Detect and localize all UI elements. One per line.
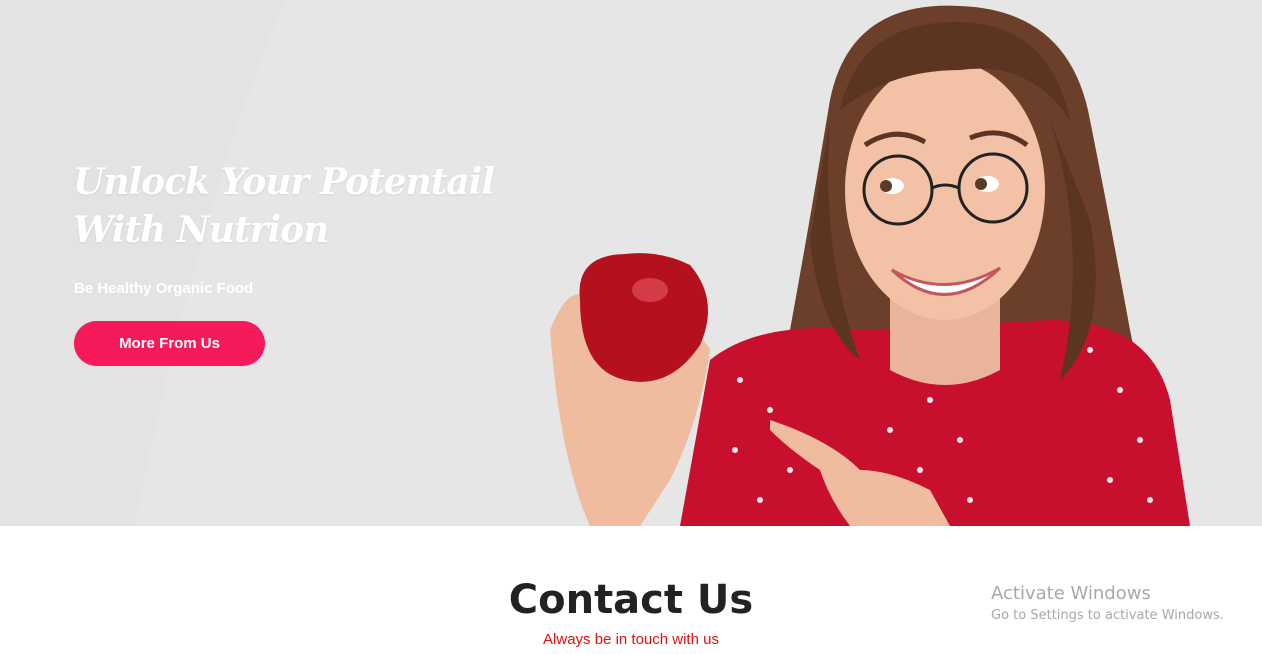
hero-title: Unlock Your Potentail With Nutrion — [73, 161, 495, 251]
watermark-message: Go to Settings to activate Windows. — [991, 608, 1224, 623]
activate-windows-watermark: Activate Windows Go to Settings to activ… — [991, 582, 1224, 626]
watermark-title: Activate Windows — [991, 583, 1151, 604]
hero-banner: Unlock Your Potentail With Nutrion Be He… — [0, 0, 1262, 526]
more-from-us-button[interactable]: More From Us — [74, 321, 265, 366]
hero-subtitle: Be Healthy Organic Food — [74, 280, 254, 297]
woman-with-apple-image — [550, 5, 1190, 526]
contact-subtitle: Always be in touch with us — [543, 631, 719, 648]
